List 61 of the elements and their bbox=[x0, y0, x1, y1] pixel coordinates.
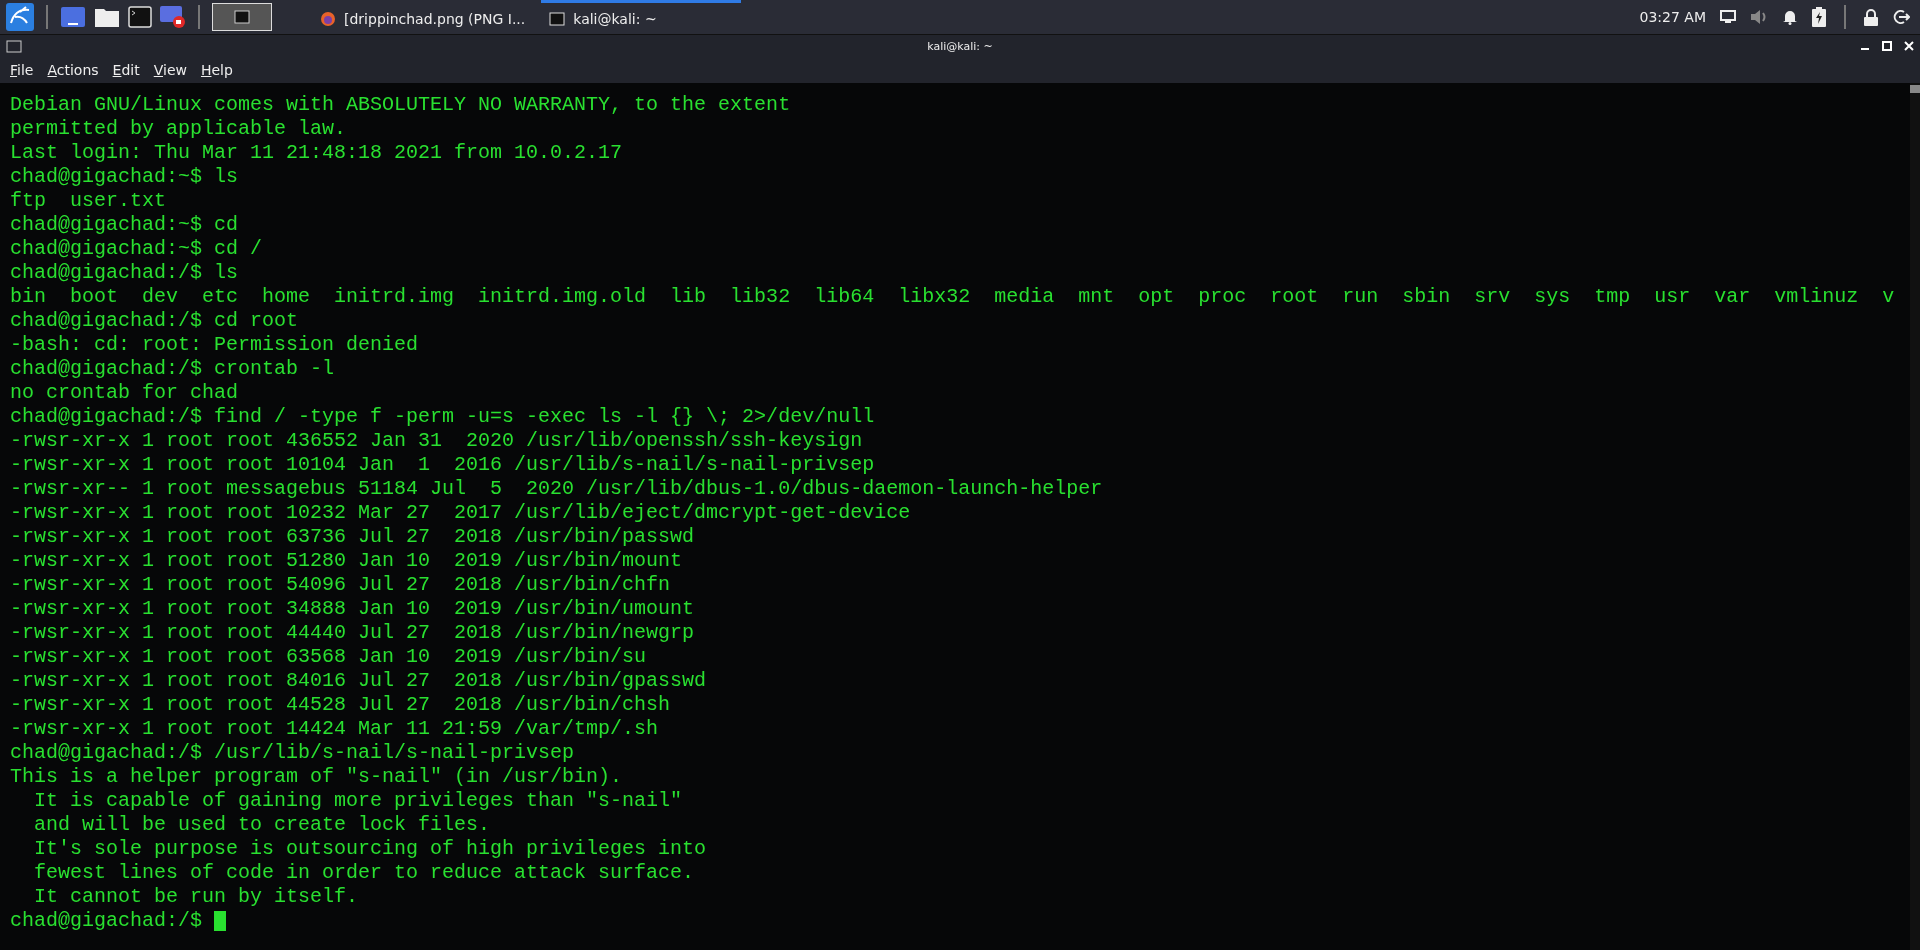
workspace-button[interactable] bbox=[212, 3, 272, 31]
maximize-icon[interactable] bbox=[1882, 41, 1892, 51]
terminal-line: It is capable of gaining more privileges than "s-nail" bbox=[33, 789, 683, 813]
terminal-line: -bash: cd: root: Permission denied bbox=[10, 333, 419, 357]
terminal-line: Last login: Thu Mar 11 21:48:18 2021 from 10.0.2.17 bbox=[10, 141, 623, 165]
menu-item[interactable]: File bbox=[10, 62, 34, 78]
clock[interactable]: 03:27 AM bbox=[1639, 9, 1706, 25]
terminal-line: chad@gigachad:/$ find / -type f -perm -u=s -exec ls -l {} \; 2>/dev/null bbox=[10, 405, 875, 429]
terminal-line: -rwsr-xr-- 1 root messagebus 51184 Jul 5 2020 /usr/lib/dbus-1.0/dbus-daemon-launch-helper bbox=[10, 477, 1103, 501]
terminal-line: -rwsr-xr-x 1 root root 44528 Jul 27 2018 /usr/bin/chsh bbox=[10, 693, 671, 717]
terminal-line: chad@gigachad:/$ cd root bbox=[10, 309, 299, 333]
menu-item[interactable]: View bbox=[153, 62, 187, 78]
desktop-icon[interactable] bbox=[60, 6, 86, 28]
terminal-line: chad@gigachad:~$ ls bbox=[10, 165, 239, 189]
terminal-line: chad@gigachad:/$ /usr/lib/s-nail/s-nail-privsep bbox=[10, 741, 575, 765]
terminal-line: -rwsr-xr-x 1 root root 63736 Jul 27 2018 /usr/bin/passwd bbox=[10, 525, 695, 549]
terminal-line: -rwsr-xr-x 1 root root 14424 Mar 11 21:59 /var/tmp/.sh bbox=[10, 717, 659, 741]
shell-prompt: chad@gigachad:/$ bbox=[10, 909, 204, 933]
terminal-line: fewest lines of code in order to reduce attack surface. bbox=[33, 861, 695, 885]
lock-icon[interactable] bbox=[1864, 8, 1878, 26]
terminal-line: -rwsr-xr-x 1 root root 44440 Jul 27 2018 /usr/bin/newgrp bbox=[10, 621, 695, 645]
terminal-line: -rwsr-xr-x 1 root root 54096 Jul 27 2018 /usr/bin/chfn bbox=[10, 573, 671, 597]
terminal-line: -rwsr-xr-x 1 root root 10104 Jan 1 2016 /usr/lib/s-nail/s-nail-privsep bbox=[10, 453, 875, 477]
bell-icon[interactable] bbox=[1782, 9, 1798, 25]
menu-item[interactable]: Help bbox=[200, 62, 233, 78]
terminal-line: -rwsr-xr-x 1 root root 34888 Jan 10 2019 /usr/bin/umount bbox=[10, 597, 695, 621]
terminal-line: -rwsr-xr-x 1 root root 10232 Mar 27 2017 /usr/lib/eject/dmcrypt-get-device bbox=[10, 501, 911, 525]
terminal-icon bbox=[6, 39, 22, 53]
battery-charging-icon[interactable] bbox=[1812, 7, 1826, 27]
terminal-line: permitted by applicable law. bbox=[10, 117, 347, 141]
terminal-line: It cannot be run by itself. bbox=[33, 885, 359, 909]
terminal-line: -rwsr-xr-x 1 root root 84016 Jul 27 2018 /usr/bin/gpasswd bbox=[10, 669, 707, 693]
folder-icon[interactable] bbox=[94, 6, 120, 28]
taskbar-task[interactable]: [drippinchad.png (PNG I... bbox=[312, 0, 534, 34]
terminal-line: It's sole purpose is outsourcing of high privileges into bbox=[33, 837, 707, 861]
terminal-line: chad@gigachad:/$ ls bbox=[10, 261, 239, 285]
terminal-icon bbox=[234, 10, 250, 24]
terminal-icon bbox=[549, 11, 566, 26]
terminal-icon[interactable] bbox=[128, 6, 152, 28]
menu-item[interactable]: Edit bbox=[112, 62, 140, 78]
terminal-line: -rwsr-xr-x 1 root root 51280 Jan 10 2019 /usr/bin/mount bbox=[10, 549, 683, 573]
close-icon[interactable] bbox=[1904, 41, 1914, 51]
terminal-line: -rwsr-xr-x 1 root root 63568 Jan 10 2019 /usr/bin/su bbox=[10, 645, 647, 669]
terminal-line: bin boot dev etc home initrd.img initrd.img.old lib lib32 lib64 libx32 media mnt opt proc root run sbin srv sys tmp usr var vmlinuz v bbox=[10, 285, 1895, 309]
terminal-line: -rwsr-xr-x 1 root root 436552 Jan 31 2020 /usr/lib/openssh/ssh-keysign bbox=[10, 429, 863, 453]
menu-item[interactable]: Actions bbox=[47, 62, 99, 78]
logout-icon[interactable] bbox=[1892, 9, 1910, 25]
window-title: kali@kali: ~ bbox=[927, 39, 993, 53]
speaker-icon[interactable] bbox=[1750, 9, 1768, 25]
terminal-line: chad@gigachad:~$ cd / bbox=[10, 237, 263, 261]
browser-icon bbox=[320, 10, 336, 27]
terminal-line: chad@gigachad:~$ cd bbox=[10, 213, 239, 237]
terminal-line: chad@gigachad:/$ crontab -l bbox=[10, 357, 335, 381]
terminal-line: This is a helper program of "s-nail" (in /usr/bin). bbox=[10, 765, 623, 789]
screen-recorder-icon[interactable] bbox=[160, 5, 186, 29]
display-icon[interactable] bbox=[1720, 10, 1736, 24]
terminal-line: ftp user.txt bbox=[10, 189, 167, 213]
terminal-line: Debian GNU/Linux comes with ABSOLUTELY NO WARRANTY, to the extent bbox=[10, 93, 791, 117]
terminal-line: and will be used to create lock files. bbox=[33, 813, 491, 837]
scrollbar[interactable] bbox=[1910, 83, 1920, 950]
terminal-line: no crontab for chad bbox=[10, 381, 239, 405]
